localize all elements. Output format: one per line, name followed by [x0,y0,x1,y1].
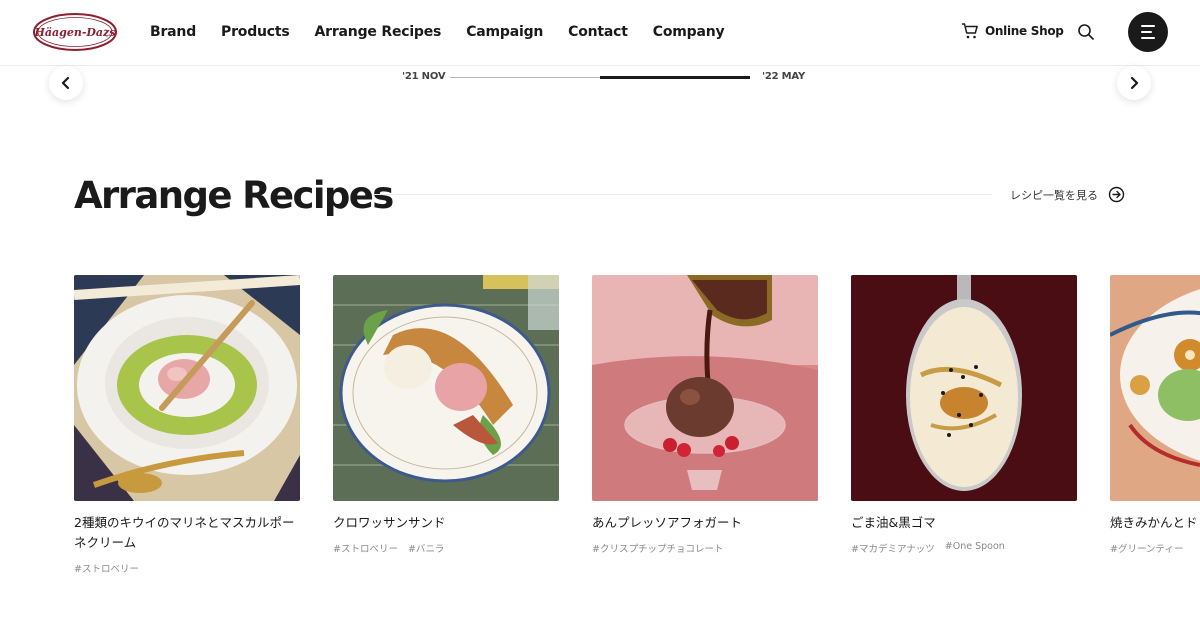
haagen-dazs-logo[interactable]: Häagen-Dazs [32,12,118,52]
recipe-image-mikan[interactable] [1110,275,1200,501]
recipe-image-spoon-sesame[interactable] [851,275,1077,501]
recipe-tags: #マカデミアナッツ #One Spoon [851,541,1077,555]
nav-item-brand[interactable]: Brand [150,24,196,40]
recipe-card[interactable]: クロワッサンサンド #ストロベリー #バニラ [333,275,559,555]
recipe-tag[interactable]: #One Spoon [945,541,1005,555]
carousel-prev-button[interactable] [49,66,83,100]
nav-item-products[interactable]: Products [221,24,290,40]
section-title: Arrange Recipes [74,174,394,217]
online-shop-label: Online Shop [985,24,1064,38]
logo-text: Häagen-Dazs [33,26,115,39]
arrow-circle-right-icon [1108,186,1125,203]
site-header: Häagen-Dazs Brand Products Arrange Recip… [0,0,1200,66]
carousel-progress-fill [600,76,750,79]
recipe-card[interactable]: ごま油&黒ゴマ #マカデミアナッツ #One Spoon [851,275,1077,555]
cart-icon [962,23,978,39]
recipe-tags: #グリーンティー [1110,541,1200,555]
recipe-title[interactable]: クロワッサンサンド [333,513,557,533]
chevron-left-icon [61,76,70,90]
carousel-end-date: '22 MAY [762,71,806,82]
recipe-tag[interactable]: #ストロベリー [74,561,139,575]
main-nav: Brand Products Arrange Recipes Campaign … [150,0,749,64]
recipe-tag[interactable]: #ストロベリー [333,541,398,555]
chevron-right-icon [1130,76,1139,90]
online-shop-link[interactable]: Online Shop [961,22,1064,40]
view-all-label: レシピ一覧を見る [1010,188,1098,202]
recipe-tag[interactable]: #グリーンティー [1110,541,1183,555]
menu-icon-line [1141,31,1152,33]
nav-item-contact[interactable]: Contact [568,24,628,40]
recipe-tag[interactable]: #バニラ [408,541,444,555]
recipe-card[interactable]: 焼きみかんとド #グリーンティー [1110,275,1200,555]
recipe-tag[interactable]: #マカデミアナッツ [851,541,935,555]
menu-icon-line [1141,37,1155,39]
menu-button[interactable] [1128,12,1168,52]
recipe-title[interactable]: 2種類のキウイのマリネとマスカルポーネクリーム [74,513,298,553]
carousel-progress-track[interactable] [450,76,750,79]
recipe-title[interactable]: ごま油&黒ゴマ [851,513,1075,533]
recipe-tags: #クリスプチップチョコレート [592,541,818,555]
heading-divider [372,194,992,195]
nav-item-arrange-recipes[interactable]: Arrange Recipes [315,24,442,40]
recipe-card[interactable]: 2種類のキウイのマリネとマスカルポーネクリーム #ストロベリー [74,275,300,575]
carousel-start-date: '21 NOV [402,71,446,82]
nav-item-campaign[interactable]: Campaign [466,24,543,40]
nav-item-company[interactable]: Company [653,24,725,40]
recipe-tags: #ストロベリー [74,561,300,575]
view-all-recipes-link[interactable]: レシピ一覧を見る [1010,186,1125,203]
recipe-title[interactable]: あんプレッソアフォガート [592,513,816,533]
recipe-image-kiwi-marinade[interactable] [74,275,300,501]
recipe-tag[interactable]: #クリスプチップチョコレート [592,541,723,555]
recipe-card[interactable]: あんプレッソアフォガート #クリスプチップチョコレート [592,275,818,555]
carousel-next-button[interactable] [1117,66,1151,100]
menu-icon-line [1141,25,1155,27]
search-icon[interactable] [1077,23,1095,41]
recipe-tags: #ストロベリー #バニラ [333,541,559,555]
recipe-title[interactable]: 焼きみかんとド [1110,513,1200,533]
recipe-image-affogato[interactable] [592,275,818,501]
recipe-image-croissant-sandwich[interactable] [333,275,559,501]
